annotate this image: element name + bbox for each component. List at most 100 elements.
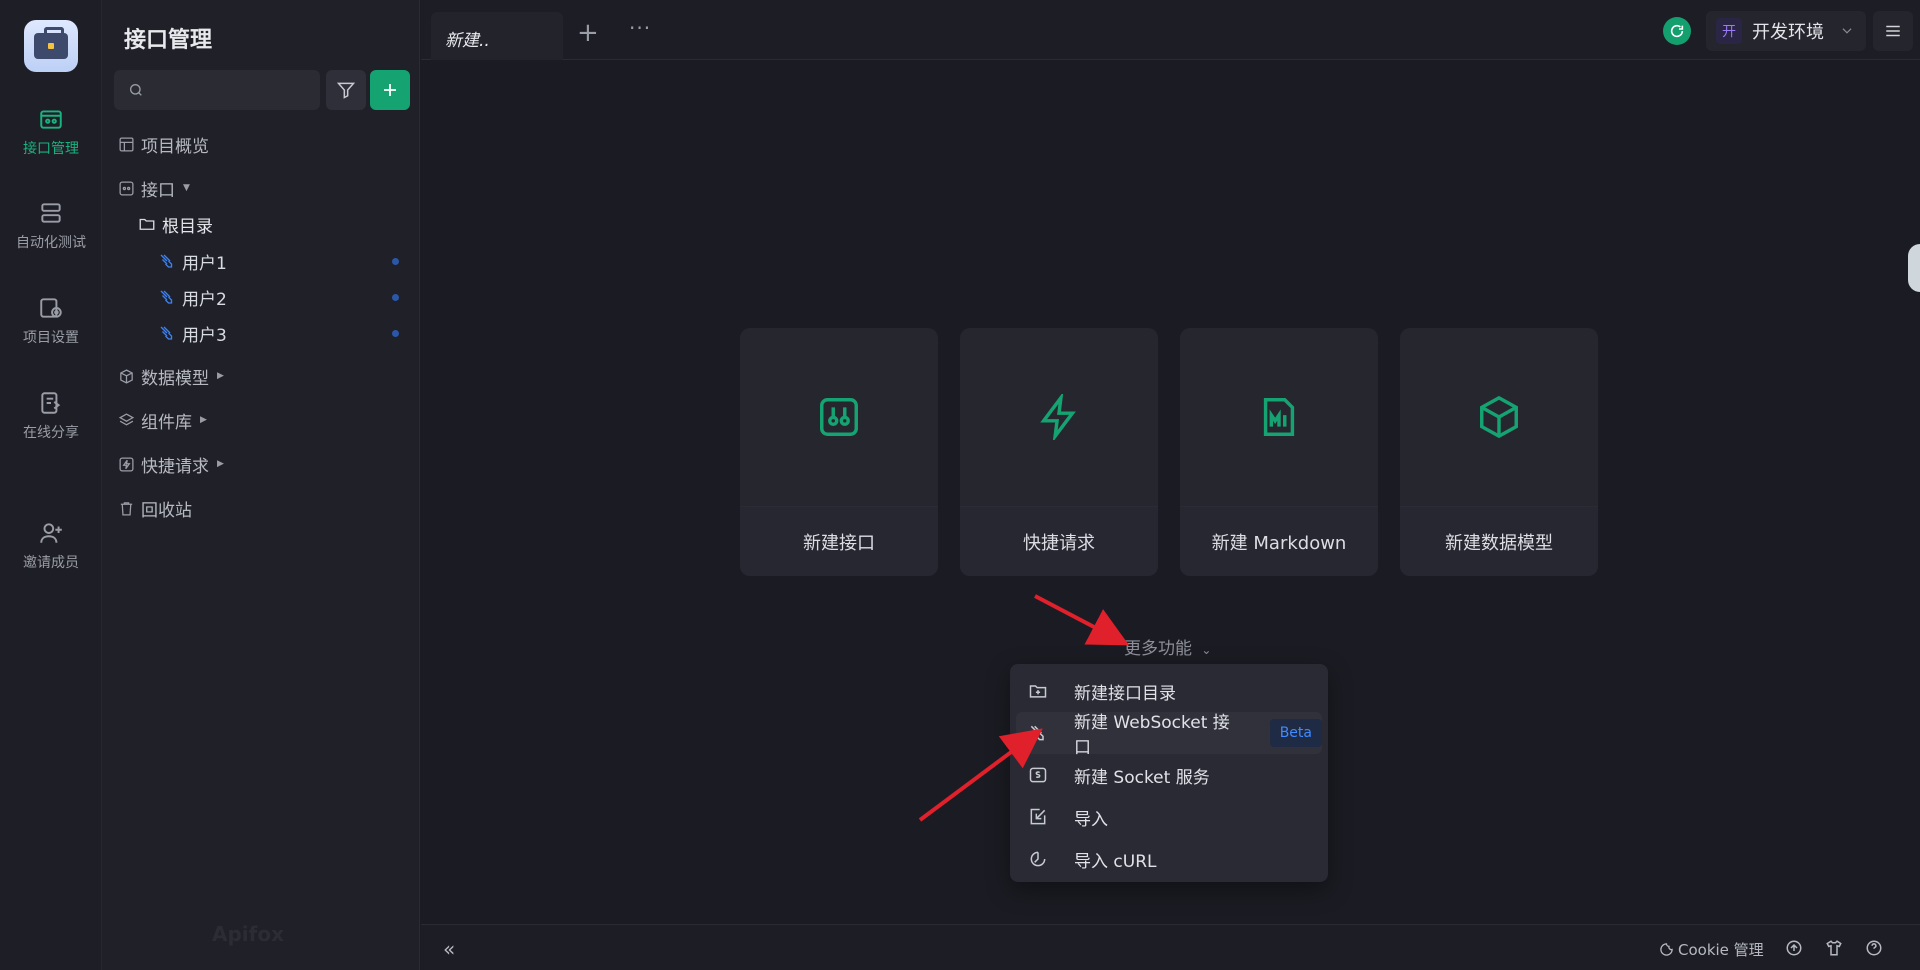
menu-item-new-api-folder[interactable]: 新建接口目录 [1016,670,1322,712]
rail-item-online-share[interactable]: 在线分享 [0,390,102,442]
tree-label: 组件库 [141,412,192,433]
tree-label: 项目概览 [141,136,209,157]
menu-item-label: 新建 Socket 服务 [1074,767,1210,788]
floating-handle[interactable] [1908,244,1920,292]
invite-member-icon [40,523,62,543]
add-button[interactable] [370,70,410,110]
menu-item-new-socket-service[interactable]: 新建 Socket 服务 [1016,754,1322,796]
menu-button[interactable] [1873,11,1913,51]
rail-label: 在线分享 [23,425,79,441]
caret-right-icon: ▶ [217,459,224,469]
help-icon[interactable] [1865,939,1883,957]
environment-select[interactable]: 开 开发环境 [1706,11,1866,51]
card-new-api[interactable]: 新建接口 [740,328,938,576]
sidebar: 接口管理 项目概览 接口 ▼ 根目录 用户1 用户2 用户3 数据模型 ▶ 组件… [102,0,420,970]
app-logo[interactable] [24,20,78,72]
card-label: 新建 Markdown [1180,506,1378,576]
tab-bar: 新建.. + ··· 开 开发环境 [421,0,1920,60]
menu-item-label: 导入 cURL [1074,851,1157,872]
annotation-arrow-more [1034,594,1130,646]
tree-item-file[interactable]: 用户1 [158,248,227,274]
filter-icon [336,82,356,99]
upload-icon[interactable] [1785,939,1803,957]
shirt-icon[interactable] [1825,939,1843,957]
search-input[interactable] [114,70,320,110]
api-icon [820,398,858,436]
menu-item-label: 新建 WebSocket 接口 [1074,713,1230,758]
tree-item-root[interactable]: 根目录 [138,211,213,237]
websocket-file-icon [160,290,173,304]
rail-item-project-settings[interactable]: 项目设置 [0,295,102,347]
tree-item-schemas[interactable]: 数据模型 ▶ [118,363,224,389]
cookie-icon [1660,943,1673,956]
left-rail: 接口管理 自动化测试 项目设置 在线分享 邀请成员 [0,0,102,970]
tree-label: 接口 [141,180,175,201]
status-dot [392,294,399,301]
tree-label: 数据模型 [141,368,209,389]
collapse-sidebar-button[interactable]: « [443,937,455,961]
rail-label: 自动化测试 [16,235,86,251]
layout-icon [119,136,134,152]
websocket-file-icon [160,326,173,340]
tree-item-file[interactable]: 用户2 [158,284,227,310]
tab-more-button[interactable]: ··· [629,16,651,40]
menu-item-label: 导入 [1074,809,1108,830]
tree-item-quick[interactable]: 快捷请求 ▶ [118,451,224,477]
apifox-watermark: Apifox [212,922,284,946]
socket-icon [1029,767,1047,783]
env-name: 开发环境 [1752,22,1824,43]
tree-item-api[interactable]: 接口 ▼ [118,175,190,201]
sync-button[interactable] [1663,17,1691,45]
tree-label: 回收站 [141,500,192,521]
rail-item-automation-test[interactable]: 自动化测试 [0,200,102,252]
menu-item-import-curl[interactable]: 导入 cURL [1016,838,1322,880]
caret-right-icon: ▶ [217,371,224,381]
folder-icon [139,218,155,230]
chevron-down-icon: ⌄ [1201,643,1212,657]
cookie-label: Cookie 管理 [1678,941,1764,959]
folder-add-icon [1029,685,1047,698]
search-icon [130,84,142,96]
menu-item-import[interactable]: 导入 [1016,796,1322,838]
card-new-schema[interactable]: 新建数据模型 [1400,328,1598,576]
new-tab-button[interactable]: + [577,18,599,48]
bottom-bar: « Cookie 管理 [421,924,1920,970]
tree-item-overview[interactable]: 项目概览 [118,131,209,157]
filter-button[interactable] [326,70,366,110]
rail-item-api-management[interactable]: 接口管理 [0,106,102,158]
tab-new[interactable]: 新建.. [431,12,563,60]
rail-label: 项目设置 [23,330,79,346]
curl-icon [1030,851,1046,867]
cube-icon [120,368,133,384]
project-settings-icon [40,298,62,318]
tree-item-components[interactable]: 组件库 ▶ [118,407,207,433]
app-window: 接口管理 自动化测试 项目设置 在线分享 邀请成员 接口管理 项目概览 接口 ▼… [0,0,1920,970]
beta-badge: Beta [1269,719,1322,747]
tree-item-file[interactable]: 用户3 [158,320,227,346]
trash-icon [120,501,133,516]
online-share-icon [41,392,61,414]
more-features-toggle[interactable]: 更多功能 ⌄ [1124,634,1211,659]
card-new-markdown[interactable]: 新建 Markdown [1180,328,1378,576]
sync-icon [1670,24,1684,38]
briefcase-icon [34,27,68,59]
card-label: 新建数据模型 [1400,506,1598,576]
tree-item-trash[interactable]: 回收站 [118,495,192,521]
automation-test-icon [41,203,61,223]
plus-icon [384,84,396,96]
lightning-icon [1040,394,1076,440]
rail-label: 邀请成员 [23,555,79,571]
menu-item-new-websocket[interactable]: 新建 WebSocket 接口 Beta [1016,712,1322,758]
more-features-dropdown: 新建接口目录 新建 WebSocket 接口 Beta 新建 Socket 服务… [1010,664,1328,882]
tree-label: 用户1 [182,253,227,274]
menu-item-label: 新建接口目录 [1074,683,1176,704]
card-quick-request[interactable]: 快捷请求 [960,328,1158,576]
cookie-manager-button[interactable]: Cookie 管理 [1659,939,1764,960]
tree-label: 快捷请求 [141,456,209,477]
api-management-icon [40,110,62,129]
api-folder-icon [119,180,134,196]
rail-item-invite-member[interactable]: 邀请成员 [0,520,102,572]
tree-label: 用户3 [182,325,227,346]
tree-label: 根目录 [162,216,213,237]
card-label: 快捷请求 [960,506,1158,576]
